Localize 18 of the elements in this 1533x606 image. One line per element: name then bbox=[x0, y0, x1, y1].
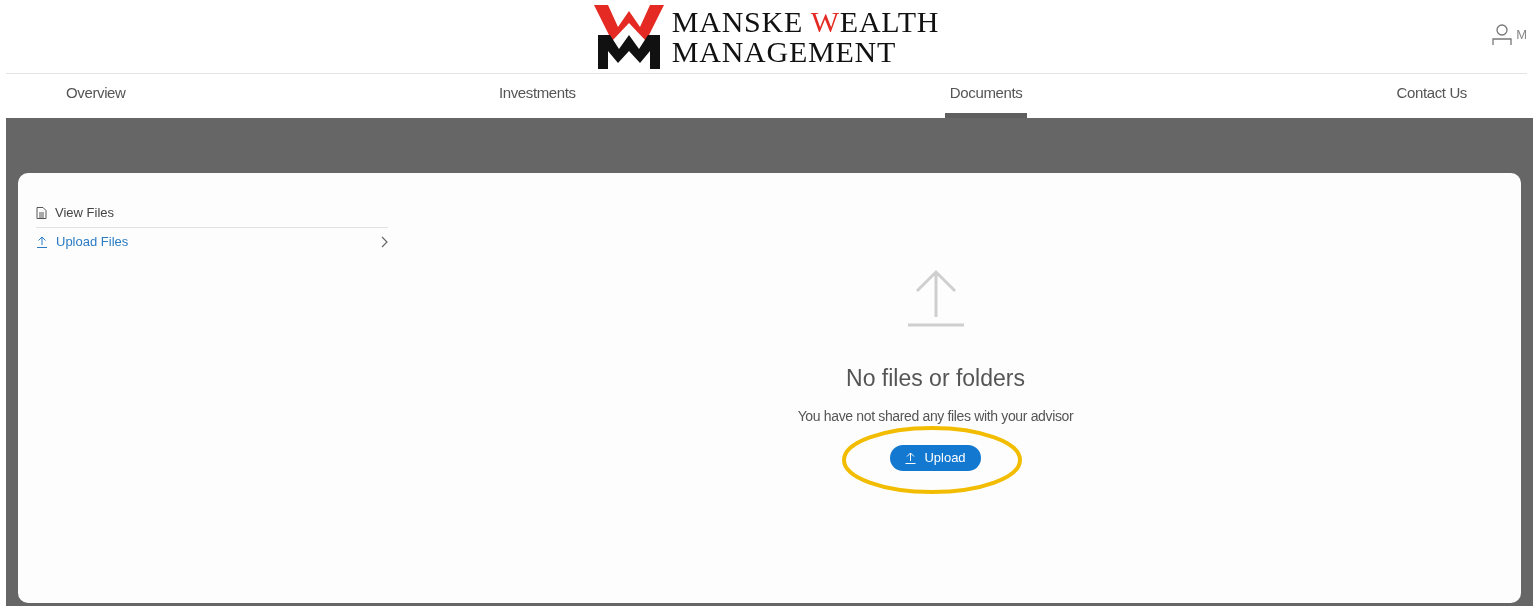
sidebar-item[interactable]: Upload Files bbox=[36, 227, 388, 255]
empty-title: No files or folders bbox=[846, 364, 1025, 393]
upload-icon bbox=[905, 451, 917, 464]
chevron-right-icon bbox=[381, 235, 388, 248]
upload-icon bbox=[905, 269, 966, 327]
document-icon bbox=[36, 207, 47, 219]
nav-tab[interactable]: Overview bbox=[62, 74, 130, 118]
nav-tab[interactable]: Contact Us bbox=[1392, 74, 1471, 118]
user-name[interactable]: M bbox=[1516, 25, 1527, 45]
brand-name: MANSKE WEALTH bbox=[671, 6, 940, 37]
empty-message: You have not shared any files with your advisor bbox=[797, 406, 1074, 426]
upload-button[interactable]: Upload bbox=[890, 444, 981, 471]
upload-icon bbox=[36, 235, 48, 248]
user-icon[interactable] bbox=[1492, 24, 1513, 46]
sidebar-item[interactable]: View Files bbox=[36, 199, 388, 227]
brand-name: MANAGEMENT bbox=[671, 36, 897, 67]
nav-tab[interactable]: Investments bbox=[494, 74, 580, 118]
logo-icon bbox=[593, 4, 664, 69]
